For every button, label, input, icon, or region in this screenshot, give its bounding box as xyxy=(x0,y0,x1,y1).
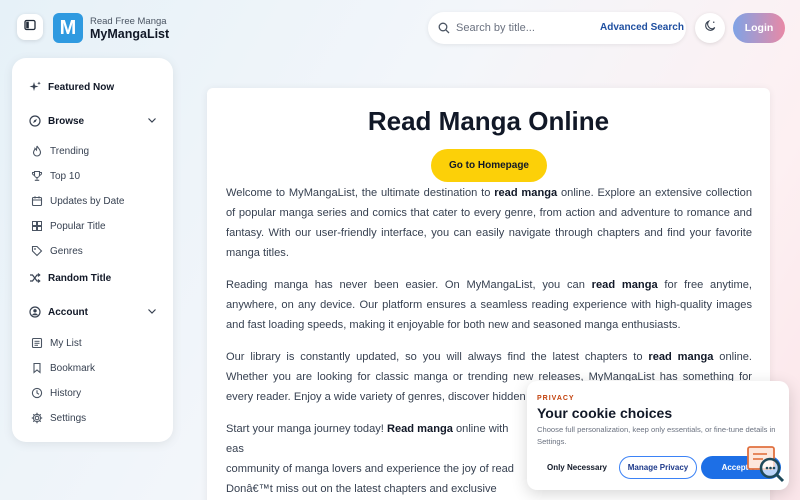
sidebar-toggle-button[interactable] xyxy=(17,14,43,40)
advanced-search-link[interactable]: Advanced Search xyxy=(600,22,684,33)
read-manga-keyword: Read manga xyxy=(386,423,453,435)
sidebar-panel-icon xyxy=(24,18,36,36)
gear-icon xyxy=(30,411,44,425)
moon-icon xyxy=(704,19,717,37)
compass-icon xyxy=(28,114,42,128)
trophy-icon xyxy=(30,169,44,183)
list-icon xyxy=(30,336,44,350)
magnifier-document-icon xyxy=(745,444,787,491)
search-icon xyxy=(438,21,450,39)
sidebar-item-label: Updates by Date xyxy=(50,195,125,207)
site-logo[interactable]: M xyxy=(53,13,83,43)
header: M Read Free Manga MyMangaList Advanced S… xyxy=(0,0,800,56)
sidebar-item-label: Genres xyxy=(50,245,83,257)
sidebar-item-label: Top 10 xyxy=(50,170,81,182)
sidebar-section-label: Account xyxy=(48,306,88,318)
chevron-down-icon xyxy=(147,303,157,321)
sidebar-item-label: Trending xyxy=(50,145,90,157)
flame-icon xyxy=(30,144,44,158)
sidebar-section-browse[interactable]: Browse xyxy=(28,113,157,129)
sidebar-item-top-10[interactable]: Top 10 xyxy=(30,168,80,184)
intro-paragraph: Welcome to MyMangaList, the ultimate des… xyxy=(226,187,752,259)
cookie-kicker: PRIVACY xyxy=(537,395,575,402)
sidebar-item-random-title[interactable]: Random Title xyxy=(28,270,111,286)
history-icon xyxy=(30,386,44,400)
logo-letter: M xyxy=(59,17,77,39)
sparkle-icon xyxy=(28,80,42,94)
sidebar-item-updates-by-date[interactable]: Updates by Date xyxy=(30,193,125,209)
sidebar-item-label: Popular Title xyxy=(50,220,106,232)
sidebar-item-label: Settings xyxy=(50,412,87,424)
sidebar-item-label: History xyxy=(50,387,82,399)
sidebar-item-label: Featured Now xyxy=(48,81,115,93)
sidebar-item-label: Random Title xyxy=(48,272,112,284)
read-manga-keyword: read manga xyxy=(494,187,558,199)
sidebar-item-history[interactable]: History xyxy=(30,385,81,401)
calendar-icon xyxy=(30,194,44,208)
sidebar-item-my-list[interactable]: My List xyxy=(30,335,82,351)
bookmark-icon xyxy=(30,361,44,375)
grid-icon xyxy=(30,219,44,233)
sidebar-item-genres[interactable]: Genres xyxy=(30,243,83,259)
sidebar-section-account[interactable]: Account xyxy=(28,304,157,320)
sidebar: Featured Now Browse Trending Top 10 Upda… xyxy=(12,58,173,442)
page-title: Read Manga Online xyxy=(367,106,610,136)
login-button[interactable]: Login xyxy=(733,13,785,43)
user-circle-icon xyxy=(28,305,42,319)
tag-icon xyxy=(30,244,44,258)
brand-tagline: Read Free Manga xyxy=(90,16,167,27)
only-necessary-button[interactable]: Only Necessary xyxy=(537,456,617,479)
sidebar-item-bookmark[interactable]: Bookmark xyxy=(30,360,95,376)
go-to-homepage-button[interactable]: Go to Homepage xyxy=(431,149,547,182)
chevron-down-icon xyxy=(147,112,157,130)
floating-search-button[interactable] xyxy=(743,444,789,490)
sidebar-item-label: My List xyxy=(50,337,82,349)
sidebar-item-settings[interactable]: Settings xyxy=(30,410,86,426)
brand-name[interactable]: MyMangaList xyxy=(90,27,169,41)
shuffle-icon xyxy=(28,271,42,285)
cookie-description: Choose full personalization, keep only e… xyxy=(537,425,776,446)
sidebar-item-featured[interactable]: Featured Now xyxy=(28,79,114,95)
search-input[interactable] xyxy=(456,18,596,38)
cookie-title: Your cookie choices xyxy=(537,405,673,421)
sidebar-section-label: Browse xyxy=(48,115,85,127)
theme-toggle-button[interactable] xyxy=(695,13,725,43)
reading-paragraph: Reading manga has never been easier. On … xyxy=(226,279,752,331)
sidebar-item-popular-title[interactable]: Popular Title xyxy=(30,218,106,234)
sidebar-item-trending[interactable]: Trending xyxy=(30,143,89,159)
manage-privacy-button[interactable]: Manage Privacy xyxy=(619,456,697,479)
sidebar-item-label: Bookmark xyxy=(50,362,96,374)
read-manga-keyword: read manga xyxy=(648,351,714,363)
read-manga-keyword: read manga xyxy=(591,279,658,291)
journey-paragraph: Start your manga journey today! Read man… xyxy=(226,423,514,495)
